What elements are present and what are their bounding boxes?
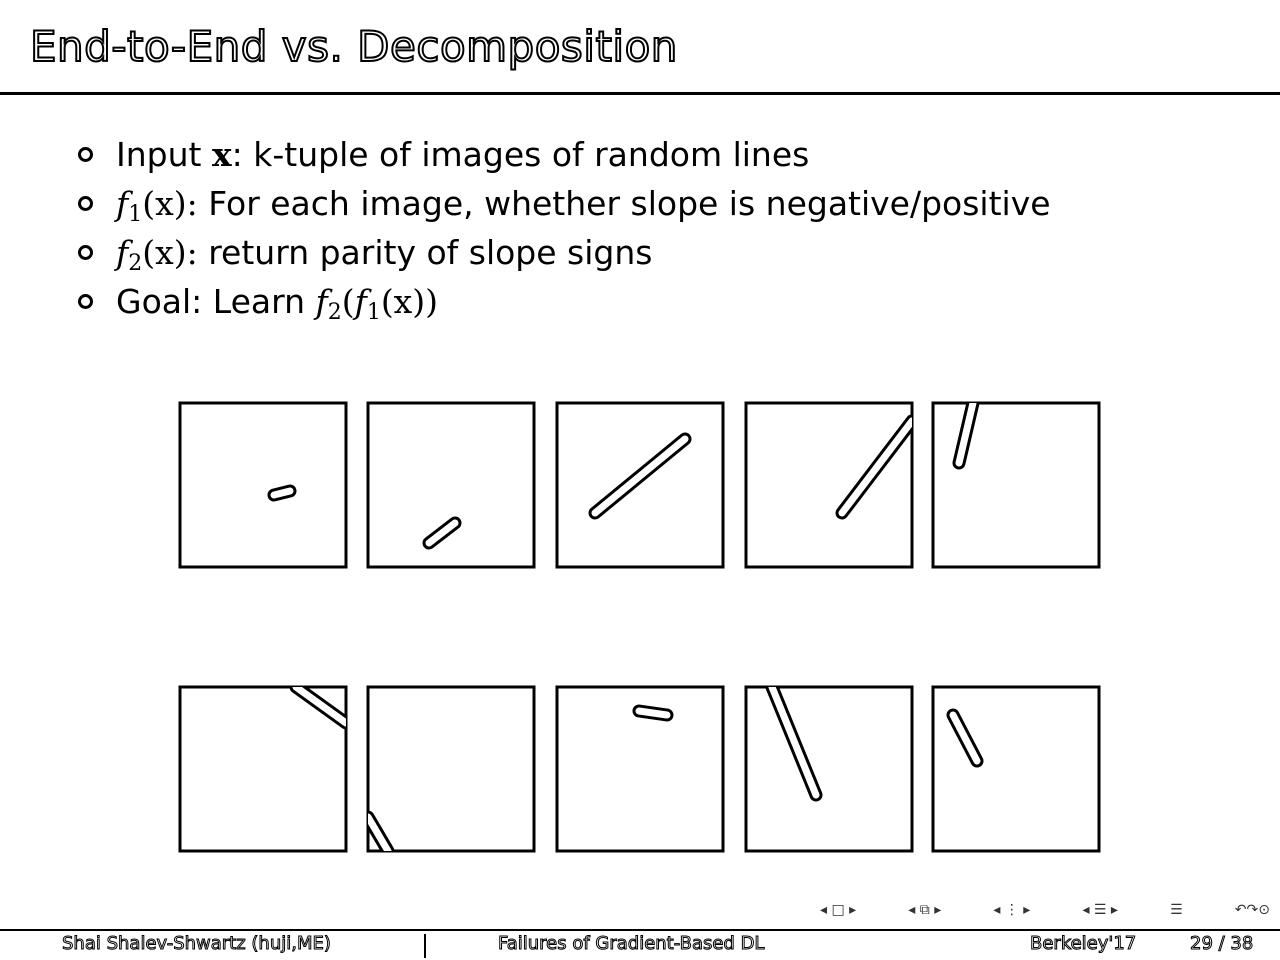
line-image-2-2 <box>366 685 536 853</box>
f1-sub: 1 <box>128 202 143 227</box>
random-line-fill <box>838 417 912 517</box>
nav-search-icon[interactable]: ↶↷⊙ <box>1235 902 1270 918</box>
image-frame <box>178 401 348 569</box>
goal-sub1: 1 <box>366 300 381 325</box>
goal-f1: f <box>354 282 367 321</box>
footer-talk-title: Failures of Gradient-Based DL <box>497 933 765 955</box>
random-line-fill <box>591 435 689 517</box>
nav-toc-icon[interactable]: ◂ ☰ ▸ <box>1082 902 1118 918</box>
image-frame <box>931 685 1101 853</box>
random-line-fill <box>635 707 671 719</box>
input-desc: k-tuple of images of random lines <box>253 135 810 174</box>
image-frame <box>555 685 725 853</box>
nav-section-icon[interactable]: ◂ ⋮ ▸ <box>993 902 1030 918</box>
line-image-1-2 <box>366 401 536 569</box>
f2-desc: return parity of slope signs <box>208 233 653 272</box>
bullet-icon <box>78 245 93 260</box>
image-frame <box>178 685 348 853</box>
random-line-outline <box>588 432 692 520</box>
image-frame <box>555 401 725 569</box>
footer-venue: Berkeley'17 <box>1029 933 1137 955</box>
random-line-fill <box>425 519 459 547</box>
title-rule <box>0 92 1280 95</box>
input-var: x <box>211 135 232 174</box>
nav-subsection-icon[interactable]: ◂ ⧉ ▸ <box>908 902 941 918</box>
f1-desc: For each image, whether slope is negativ… <box>208 184 1051 223</box>
random-line-fill <box>955 403 977 467</box>
goal-end: (x)) <box>380 282 439 321</box>
f1-arg: (x): <box>142 184 198 223</box>
f1-fn: f <box>116 184 129 223</box>
footer-author: Shai Shalev-Shwartz (huji,ME) <box>62 933 332 955</box>
goal-label: Goal: Learn <box>116 282 305 321</box>
input-label: Input <box>116 135 202 174</box>
random-line-outline <box>422 516 462 550</box>
random-line-outline <box>289 687 346 730</box>
f2-fn: f <box>116 233 129 272</box>
bullet-icon <box>78 294 93 309</box>
goal-f2: f <box>315 282 328 321</box>
bullet-goal-text: Goal: Learn f2(f1(x)) <box>116 277 438 337</box>
f2-sub: 2 <box>128 251 143 276</box>
line-image-1-5 <box>931 401 1101 569</box>
random-line-fill <box>270 487 294 499</box>
bullet-input-text: Input x: k-tuple of images of random lin… <box>116 130 809 179</box>
beamer-navigation: ◂ □ ▸ ◂ ⧉ ▸ ◂ ⋮ ▸ ◂ ☰ ▸ ☰ ↶↷⊙ <box>820 900 1270 920</box>
goal-mid: ( <box>341 282 355 321</box>
bullet-icon <box>78 147 93 162</box>
random-line-outline <box>368 810 395 851</box>
goal-sub2: 2 <box>327 300 342 325</box>
random-line-outline <box>765 687 823 802</box>
footer-divider <box>424 934 426 958</box>
line-image-1-1 <box>178 401 348 569</box>
line-image-2-5 <box>931 685 1101 853</box>
f2-arg: (x): <box>142 233 198 272</box>
random-line-outline <box>946 708 984 768</box>
line-image-2-4 <box>744 685 914 853</box>
line-image-1-4 <box>744 401 914 569</box>
image-frame <box>366 401 536 569</box>
line-image-1-3 <box>555 401 725 569</box>
bullet-icon <box>78 196 93 211</box>
random-line-outline <box>632 704 674 722</box>
nav-frame-icon[interactable]: ◂ □ ▸ <box>820 902 856 918</box>
image-frame <box>744 685 914 853</box>
input-sep: : <box>231 135 243 174</box>
slide-title: End-to-End vs. Decomposition <box>29 21 678 72</box>
line-image-2-1 <box>178 685 348 853</box>
random-line-fill <box>768 687 820 799</box>
random-line-fill <box>949 711 981 765</box>
random-line-outline <box>952 403 980 470</box>
image-frame <box>931 401 1101 569</box>
line-image-2-3 <box>555 685 725 853</box>
random-line-fill <box>368 813 392 851</box>
footer-page-number: 29 / 38 <box>1189 933 1254 955</box>
random-line-outline <box>835 414 912 520</box>
random-line-fill <box>292 687 346 727</box>
random-line-outline <box>267 484 297 502</box>
image-frame <box>366 685 536 853</box>
nav-appendix-icon[interactable]: ☰ <box>1170 902 1183 918</box>
image-frame <box>744 401 914 569</box>
